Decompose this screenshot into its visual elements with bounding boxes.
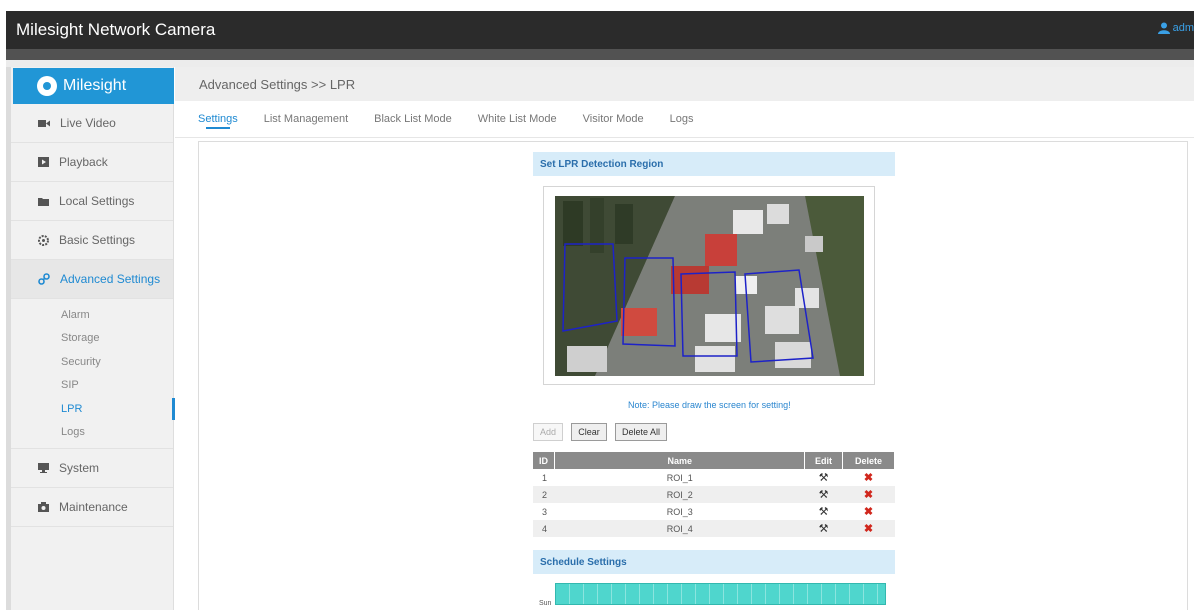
folder-icon (38, 197, 49, 206)
column-header-id: ID (533, 452, 556, 469)
submenu-item-security[interactable]: Security (11, 350, 173, 374)
sidebar-item-label: Playback (59, 155, 108, 169)
table-row: 2 ROI_2 ⚒ ✖ (533, 486, 895, 503)
gear-icon (38, 234, 49, 246)
edit-icon[interactable]: ⚒ (805, 469, 843, 486)
table-row: 1 ROI_1 ⚒ ✖ (533, 469, 895, 486)
schedule-grid (556, 584, 885, 604)
header-divider (6, 49, 1194, 60)
camera-preview[interactable] (555, 196, 864, 376)
edit-icon[interactable]: ⚒ (804, 520, 843, 537)
schedule-day-label: Sun (539, 600, 552, 607)
submenu-item-storage[interactable]: Storage (11, 327, 173, 351)
tab-logs[interactable]: Logs (670, 101, 694, 138)
user-name: adm (1172, 22, 1194, 34)
tab-white-list-mode[interactable]: White List Mode (478, 101, 557, 138)
delete-all-button[interactable]: Delete All (615, 423, 667, 441)
sidebar-item-local-settings[interactable]: Local Settings (11, 182, 173, 221)
advanced-submenu: Alarm Storage Security SIP LPR Logs (11, 299, 175, 449)
sidebar-item-basic-settings[interactable]: Basic Settings (11, 221, 173, 260)
video-icon (38, 119, 50, 127)
delete-icon[interactable]: ✖ (842, 520, 895, 537)
sidebar-item-advanced-settings[interactable]: Advanced Settings (11, 260, 173, 299)
top-bar: Milesight Network Camera adm (6, 11, 1194, 49)
column-header-name: Name (554, 452, 806, 469)
tab-settings[interactable]: Settings (198, 101, 238, 138)
sidebar-item-label: Local Settings (59, 194, 135, 208)
draw-note: Note: Please draw the screen for setting… (628, 400, 791, 410)
content-header: Advanced Settings >> LPR (175, 67, 1194, 101)
submenu-item-logs[interactable]: Logs (11, 421, 173, 445)
sidebar: Milesight Live Video Playback Local Sett… (11, 67, 175, 610)
roi-name: ROI_1 (666, 472, 693, 483)
roi-name: ROI_4 (554, 520, 805, 537)
submenu-item-lpr[interactable]: LPR (11, 397, 175, 421)
roi-table: ID Name Edit Delete 1 ROI_1 ⚒ ✖ 2 ROI_2 … (533, 452, 895, 537)
brand-name: Milesight (63, 77, 127, 94)
roi-name: ROI_3 (666, 506, 693, 517)
sidebar-item-maintenance[interactable]: Maintenance (11, 488, 173, 527)
edit-icon[interactable]: ⚒ (805, 503, 843, 520)
playback-icon (38, 157, 49, 167)
sidebar-nav: Live Video Playback Local Settings Basic… (11, 104, 175, 527)
roi-name: ROI_2 (554, 486, 805, 503)
table-row: 4 ROI_4 ⚒ ✖ (533, 520, 895, 537)
detection-region-header: Set LPR Detection Region (533, 152, 895, 176)
add-button[interactable]: Add (533, 423, 563, 441)
table-row: 3 ROI_3 ⚒ ✖ (533, 503, 895, 520)
tab-list-management[interactable]: List Management (264, 101, 348, 138)
monitor-icon (38, 463, 49, 473)
tab-black-list-mode[interactable]: Black List Mode (374, 101, 452, 138)
delete-icon[interactable]: ✖ (843, 503, 895, 520)
sidebar-item-label: Advanced Settings (60, 272, 161, 286)
camera-icon (38, 502, 49, 512)
brand-logo[interactable]: Milesight (13, 68, 174, 104)
delete-icon[interactable]: ✖ (842, 486, 895, 503)
roi-id: 2 (533, 486, 555, 503)
app-window: Milesight Network Camera adm Milesight L… (0, 0, 1194, 610)
sidebar-item-label: Maintenance (59, 500, 128, 514)
sidebar-item-playback[interactable]: Playback (11, 143, 173, 182)
app-title: Milesight Network Camera (16, 20, 216, 39)
edit-icon[interactable]: ⚒ (804, 486, 843, 503)
user-icon (1157, 22, 1170, 34)
schedule-settings-header: Schedule Settings (533, 550, 895, 574)
clear-button[interactable]: Clear (571, 423, 607, 441)
tab-visitor-mode[interactable]: Visitor Mode (583, 101, 644, 138)
submenu-item-alarm[interactable]: Alarm (11, 303, 173, 327)
user-menu[interactable]: adm (1157, 22, 1194, 34)
link-icon (38, 273, 50, 285)
header-spacer (6, 60, 1194, 67)
sidebar-item-label: Basic Settings (59, 233, 136, 247)
roi-id: 4 (533, 520, 555, 537)
sidebar-item-system[interactable]: System (11, 449, 173, 488)
schedule-bar-sunday[interactable] (555, 583, 886, 605)
column-header-edit: Edit (804, 452, 844, 469)
sidebar-item-live-video[interactable]: Live Video (11, 104, 173, 143)
camera-preview-image (555, 196, 864, 376)
roi-id: 3 (542, 506, 548, 517)
roi-id: 1 (542, 472, 548, 483)
delete-icon[interactable]: ✖ (843, 469, 895, 486)
sidebar-item-label: Live Video (60, 116, 116, 130)
submenu-item-sip[interactable]: SIP (11, 374, 173, 398)
column-header-delete: Delete (842, 452, 895, 469)
breadcrumb: Advanced Settings >> LPR (199, 77, 356, 92)
milesight-logo-icon (37, 76, 57, 96)
detection-canvas-frame (543, 186, 875, 385)
tab-bar: Settings List Management Black List Mode… (175, 101, 1194, 138)
sidebar-item-label: System (59, 461, 100, 475)
